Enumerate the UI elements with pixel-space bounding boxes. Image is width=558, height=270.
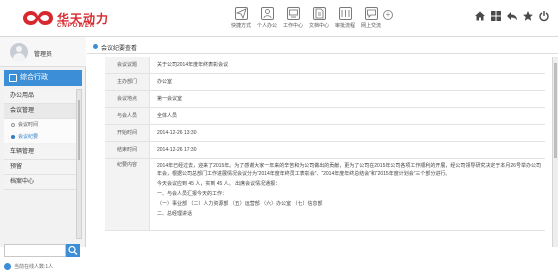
- chat-icon: [364, 7, 378, 20]
- sidebar-item-vehicle-management[interactable]: 车辆管理: [4, 145, 76, 160]
- nav-document-center[interactable]: 文档中心: [306, 7, 332, 29]
- main-scrollbar[interactable]: [552, 57, 558, 247]
- sidebar: 管理员 综合行政 办公用品 会议管理 会议时间 会议纪要 车辆管理 预留 档案中…: [0, 37, 86, 270]
- form-row-attendees: 与会人员 全体人员: [105, 108, 545, 125]
- content-paragraph: 今天会议应到 45 人，实到 45 人。 出席会议情况通报：: [157, 181, 281, 187]
- back-icon[interactable]: [506, 10, 518, 22]
- main-panel: 会议纪要查看 会议议题 关于公司2014年度年终表彰会议 主办部门 办公室 会议…: [87, 37, 558, 247]
- online-count-text: 当前在线人数:1人: [14, 264, 54, 270]
- nav-label: 网上交流: [360, 23, 381, 29]
- page-title: 会议纪要查看: [101, 46, 138, 52]
- breadcrumb: 会议纪要查看: [87, 40, 558, 54]
- sidebar-item-archive-center[interactable]: 档案中心: [4, 175, 76, 190]
- form-label: 会议议题: [105, 57, 150, 73]
- sidebar-item-label: 会议管理: [10, 108, 35, 114]
- sidebar-item-label: 车辆管理: [10, 149, 35, 155]
- module-icon: [9, 74, 17, 82]
- flow-icon: [338, 7, 352, 20]
- content-paragraph: 二、总经理讲话: [157, 211, 193, 217]
- logo-icon: [23, 11, 53, 25]
- sidebar-subitem-label: 会议时间: [18, 122, 39, 128]
- nav-shortcut[interactable]: 快捷方式: [228, 7, 254, 29]
- nav-work-center[interactable]: 工作中心: [280, 7, 306, 29]
- module-title: 综合行政: [20, 74, 48, 81]
- online-count: 当前在线人数:1人: [4, 263, 53, 270]
- nav-approval-flow[interactable]: 审批流程: [332, 7, 358, 29]
- sidebar-item-booking[interactable]: 预留: [4, 160, 76, 175]
- form-label: 与会人员: [105, 108, 150, 124]
- nav-label: 文档中心: [308, 23, 329, 29]
- add-shortcut-icon[interactable]: +: [383, 10, 393, 20]
- sidebar-scrollbar[interactable]: [76, 89, 82, 239]
- form-value: 第一会议室: [157, 96, 183, 102]
- form-label: 会议地点: [105, 91, 150, 107]
- search-button[interactable]: [66, 244, 80, 257]
- power-icon[interactable]: [538, 10, 550, 22]
- form-row-end-time: 结束时间 2014-12-26 17:30: [105, 142, 545, 159]
- top-header: 华天动力 CNPOWER 快捷方式 个人办公 工作中心 文档中心 审批流程 网上…: [0, 0, 558, 37]
- form-value: 办公室: [157, 79, 173, 85]
- scrollbar-thumb[interactable]: [554, 63, 557, 158]
- sidebar-subitem-meeting-time[interactable]: 会议时间: [4, 119, 76, 131]
- person-icon: [260, 7, 274, 20]
- sidebar-item-label: 办公用品: [10, 93, 35, 99]
- search-input[interactable]: [4, 244, 66, 257]
- form-value: 全体人员: [157, 113, 178, 119]
- sidebar-subitem-label: 会议纪要: [18, 134, 39, 140]
- form-row-content: 纪要内容 2014年已经过去，迎来了2015年。为了感谢大家一年来的辛苦和为公司…: [105, 159, 545, 231]
- search-icon: [68, 245, 78, 255]
- sidebar-item-office-supplies[interactable]: 办公用品: [4, 89, 76, 104]
- nav-label: 工作中心: [282, 23, 303, 29]
- nav-label: 个人办公: [256, 23, 277, 29]
- sidebar-item-label: 预留: [10, 164, 23, 170]
- nav-label: 审批流程: [334, 23, 355, 29]
- favorite-icon[interactable]: [522, 10, 534, 22]
- user-panel: 管理员: [0, 37, 86, 67]
- form-label: 结束时间: [105, 142, 150, 158]
- module-header[interactable]: 综合行政: [4, 70, 82, 86]
- scrollbar-thumb[interactable]: [78, 100, 80, 160]
- brand-name-en: CNPOWER: [57, 23, 96, 29]
- user-name: 管理员: [34, 52, 53, 58]
- breadcrumb-icon: [93, 44, 98, 49]
- sidebar-item-meeting-management[interactable]: 会议管理: [4, 104, 76, 119]
- form-label: 纪要内容: [105, 159, 150, 230]
- logo[interactable]: 华天动力 CNPOWER: [22, 7, 122, 31]
- form-row-location: 会议地点 第一会议室: [105, 91, 545, 108]
- content-paragraph: 2014年已经过去，迎来了2015年。为了感谢大家一年来的辛苦和为公司做出的贡献…: [157, 163, 541, 177]
- form-value: 关于公司2014年度年终表彰会议: [157, 62, 229, 68]
- sidebar-item-label: 档案中心: [10, 179, 35, 185]
- form-value: 2014-12-26 17:30: [157, 147, 197, 153]
- send-icon: [234, 7, 248, 20]
- form-row-start-time: 开始时间 2014-12-26 13:30: [105, 125, 545, 142]
- form-value: 2014-12-26 13:30: [157, 130, 197, 136]
- nav-personal-office[interactable]: 个人办公: [254, 7, 280, 29]
- form-row-department: 主办部门 办公室: [105, 74, 545, 91]
- minutes-content: 2014年已经过去，迎来了2015年。为了感谢大家一年来的辛苦和为公司做出的贡献…: [157, 162, 542, 220]
- avatar[interactable]: [10, 43, 28, 61]
- online-user-icon: [4, 263, 11, 270]
- sidebar-subitem-meeting-minutes[interactable]: 会议纪要: [4, 131, 76, 143]
- document-icon: [312, 7, 326, 20]
- grid-icon[interactable]: [490, 10, 502, 22]
- form-row-topic: 会议议题 关于公司2014年度年终表彰会议: [105, 57, 545, 74]
- content-paragraph: 一、与会人员汇报今天的工作：: [157, 191, 228, 197]
- form-label: 主办部门: [105, 74, 150, 90]
- nav-online-chat[interactable]: 网上交流: [358, 7, 384, 29]
- header-tools: [474, 10, 550, 24]
- desk-icon: [286, 7, 300, 20]
- content-paragraph: （一）事业部 （二）人力资源部 （五）运营部 （六）办公室 （七）信息部: [157, 201, 323, 207]
- form-label: 开始时间: [105, 125, 150, 141]
- bullet-icon: [11, 135, 15, 139]
- bullet-icon: [11, 123, 15, 127]
- nav-label: 快捷方式: [230, 23, 251, 29]
- home-icon[interactable]: [474, 10, 486, 22]
